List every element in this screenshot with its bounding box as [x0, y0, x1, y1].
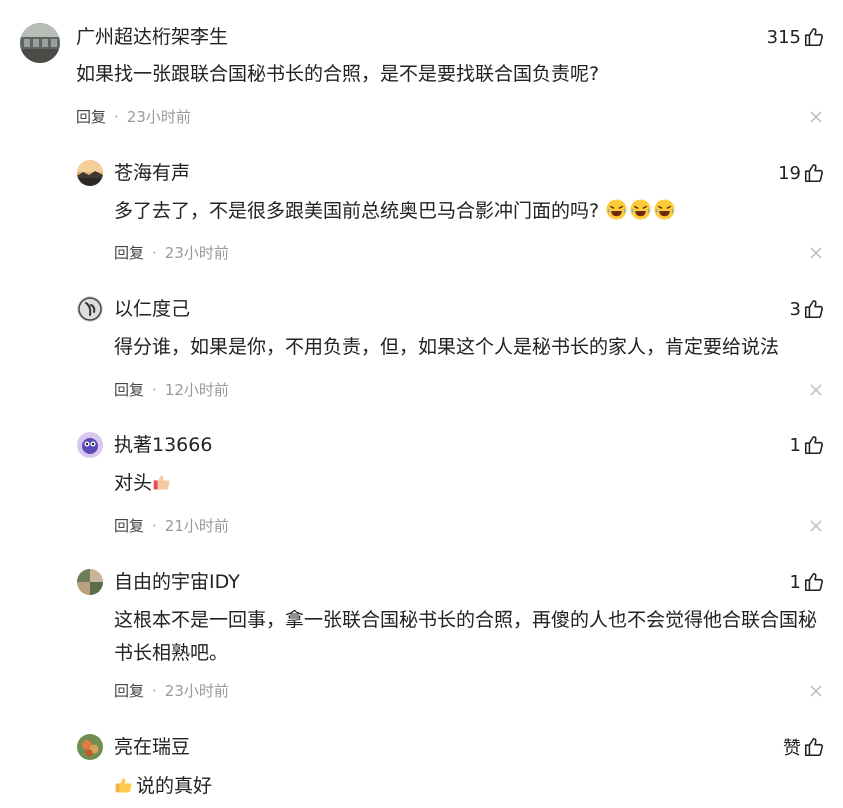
reply-button[interactable]: 回复: [114, 681, 144, 701]
avatar[interactable]: [77, 296, 103, 322]
like-count: 3: [789, 298, 801, 320]
comment-text: 多了去了，不是很多跟美国前总统奥巴马合影冲门面的吗?: [114, 200, 600, 222]
comment-time: 12小时前: [164, 381, 229, 399]
thumbs-up-outline-icon: [803, 298, 825, 320]
avatar[interactable]: [77, 734, 103, 760]
comment-body: 对头: [114, 467, 824, 500]
avatar[interactable]: [77, 569, 103, 595]
like-button[interactable]: 19: [778, 161, 825, 185]
like-count: 315: [766, 26, 801, 48]
close-icon[interactable]: [809, 684, 823, 698]
close-icon[interactable]: [809, 246, 823, 260]
comment-time: 23小时前: [164, 244, 229, 262]
comment-username[interactable]: 苍海有声: [114, 161, 190, 185]
thumbs-up-outline-icon: [803, 26, 825, 48]
separator-dot: ·: [152, 682, 157, 700]
avatar[interactable]: [20, 23, 60, 63]
separator-dot: ·: [152, 244, 157, 262]
comment-body: 说的真好: [114, 770, 824, 803]
thumbs-up-outline-icon: [803, 736, 825, 758]
comment-meta: 回复 · 21小时前: [114, 516, 229, 536]
like-count: 19: [778, 162, 801, 184]
comment-text: 如果找一张跟联合国秘书长的合照，是不是要找联合国负责呢?: [76, 63, 600, 85]
reply-button[interactable]: 回复: [114, 516, 144, 536]
like-button[interactable]: 1: [790, 570, 825, 594]
thumbs-up-outline-icon: [803, 434, 825, 456]
avatar[interactable]: [77, 432, 103, 458]
laughing-crying-icon: [629, 198, 652, 221]
comment-meta: 回复 · 23小时前: [114, 243, 229, 263]
separator-dot: ·: [152, 381, 157, 399]
thumbs-up-outline-icon: [803, 162, 825, 184]
comment-text-line: 书长相熟吧。: [114, 642, 229, 664]
comment-text: 这根本不是一回事，拿一张联合国秘书长的合照，再傻的人也不会觉得他合联合国秘 书长…: [114, 604, 834, 670]
like-button[interactable]: 1: [790, 433, 825, 457]
thumbs-up-icon: [152, 472, 172, 492]
comment-username[interactable]: 广州超达桁架李生: [76, 25, 228, 49]
reply-button[interactable]: 回复: [114, 380, 144, 400]
comment-text: 得分谁，如果是你，不用负责，但，如果这个人是秘书长的家人，肯定要给说法: [114, 336, 780, 358]
emoji-group: [605, 198, 677, 221]
comment-username[interactable]: 自由的宇宙IDY: [114, 570, 240, 594]
comment-text-line: 这根本不是一回事，拿一张联合国秘书长的合照，再傻的人也不会觉得他合联合国秘: [114, 609, 818, 631]
comment-time: 23小时前: [126, 108, 191, 126]
comment-body: 多了去了，不是很多跟美国前总统奥巴马合影冲门面的吗?: [114, 195, 824, 228]
comment-meta: 回复 · 23小时前: [114, 681, 229, 701]
comment-text: 对头: [114, 472, 153, 494]
thumbs-up-icon: [114, 775, 134, 795]
comment-username[interactable]: 亮在瑞豆: [114, 735, 190, 759]
like-button[interactable]: 赞: [783, 735, 825, 759]
comment-meta: 回复 · 12小时前: [114, 380, 229, 400]
separator-dot: ·: [152, 517, 157, 535]
like-button[interactable]: 3: [790, 297, 825, 321]
laughing-crying-icon: [605, 198, 628, 221]
comment-time: 21小时前: [164, 517, 229, 535]
laughing-crying-icon: [653, 198, 676, 221]
like-button[interactable]: 315: [767, 25, 825, 49]
avatar[interactable]: [77, 160, 103, 186]
close-icon[interactable]: [809, 383, 823, 397]
close-icon[interactable]: [809, 519, 823, 533]
like-label: 赞: [783, 738, 801, 759]
comment-meta: 回复 · 23小时前: [76, 107, 191, 127]
comment-text: 说的真好: [136, 775, 213, 797]
separator-dot: ·: [114, 108, 119, 126]
like-count: 1: [789, 434, 801, 456]
close-icon[interactable]: [809, 110, 823, 124]
reply-button[interactable]: 回复: [76, 107, 106, 127]
comment-username[interactable]: 以仁度己: [114, 297, 190, 321]
comment-time: 23小时前: [164, 682, 229, 700]
reply-button[interactable]: 回复: [114, 243, 144, 263]
thumbs-up-outline-icon: [803, 571, 825, 593]
comment-username[interactable]: 执著13666: [114, 433, 212, 457]
like-count: 1: [789, 571, 801, 593]
